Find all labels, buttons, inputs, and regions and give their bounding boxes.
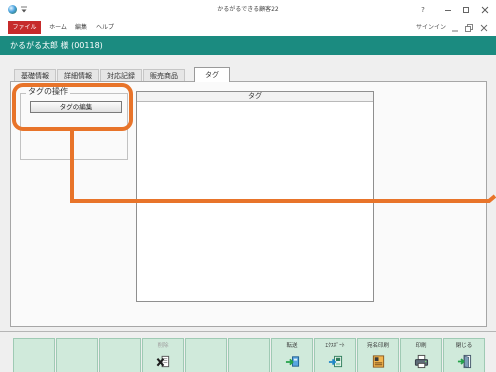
- close-exit-icon: [457, 354, 472, 369]
- tab-correspondence-log[interactable]: 対応記録: [100, 69, 142, 81]
- toolbar-button-delete[interactable]: 削除: [142, 338, 184, 372]
- ribbon-minimize-button[interactable]: [450, 23, 460, 33]
- toolbar-button-label: ｴｸｽﾎﾟｰﾄ: [325, 343, 345, 349]
- tag-operations-label: タグの操作: [26, 87, 70, 97]
- app-globe-icon[interactable]: [8, 5, 17, 14]
- tag-list[interactable]: タグ: [136, 91, 374, 302]
- toolbar-button-close[interactable]: 閉じる: [443, 338, 485, 372]
- menu-item-help[interactable]: ヘルプ: [94, 21, 116, 34]
- toolbar-slot-empty: [56, 338, 98, 372]
- tab-basic-info[interactable]: 基礎情報: [14, 69, 56, 81]
- window-title: かるがるできる顧客22: [217, 6, 279, 13]
- close-button[interactable]: [479, 5, 491, 15]
- export-icon: [328, 355, 343, 368]
- maximize-icon: [463, 7, 469, 13]
- customer-name-title: かるがる太郎 様 (00118): [10, 41, 103, 50]
- help-button[interactable]: ?: [418, 5, 428, 15]
- delete-icon: [156, 355, 170, 368]
- signin-link[interactable]: サインイン: [400, 23, 446, 32]
- tag-list-body[interactable]: [137, 102, 373, 301]
- menu-item-file[interactable]: ファイル: [8, 21, 41, 34]
- toolbar-slot-empty: [185, 338, 227, 372]
- restore-window-icon: [465, 24, 473, 32]
- transfer-icon: [285, 356, 300, 367]
- tab-sales-products[interactable]: 販売商品: [143, 69, 185, 81]
- toolbar-button-address-print[interactable]: 宛名印刷: [357, 338, 399, 372]
- toolbar-button-export[interactable]: ｴｸｽﾎﾟｰﾄ: [314, 338, 356, 372]
- toolbar-button-print[interactable]: 印刷: [400, 338, 442, 372]
- maximize-button[interactable]: [460, 5, 472, 15]
- tab-detail-info[interactable]: 詳細情報: [57, 69, 99, 81]
- toolbar-button-label: 宛名印刷: [366, 343, 389, 349]
- quick-access-dropdown-icon[interactable]: [20, 5, 28, 14]
- toolbar-slot-empty: [99, 338, 141, 372]
- menu-item-edit[interactable]: 編集: [73, 21, 89, 34]
- toolbar-button-label: 印刷: [415, 343, 427, 349]
- close-document-button[interactable]: [479, 23, 489, 33]
- tag-list-header: タグ: [137, 92, 373, 102]
- toolbar-slot-empty: [228, 338, 270, 372]
- minimize-icon: [445, 10, 451, 11]
- toolbar-button-label: 転送: [286, 343, 298, 349]
- printer-icon: [414, 354, 429, 369]
- restore-window-button[interactable]: [464, 23, 474, 33]
- toolbar-button-label: 削除: [157, 343, 169, 349]
- toolbar-button-transfer[interactable]: 転送: [271, 338, 313, 372]
- close-icon: [481, 6, 489, 14]
- ribbon-minimize-icon: [452, 30, 458, 32]
- tab-tags[interactable]: タグ: [194, 67, 230, 82]
- toolbar-button-label: 閉じる: [455, 343, 473, 349]
- minimize-button[interactable]: [442, 5, 454, 15]
- menu-item-home[interactable]: ホーム: [46, 21, 70, 34]
- toolbar-slot-empty: [13, 338, 55, 372]
- tag-edit-button[interactable]: タグの編集: [30, 101, 122, 113]
- close-document-icon: [480, 24, 488, 32]
- address-print-icon: [372, 355, 385, 368]
